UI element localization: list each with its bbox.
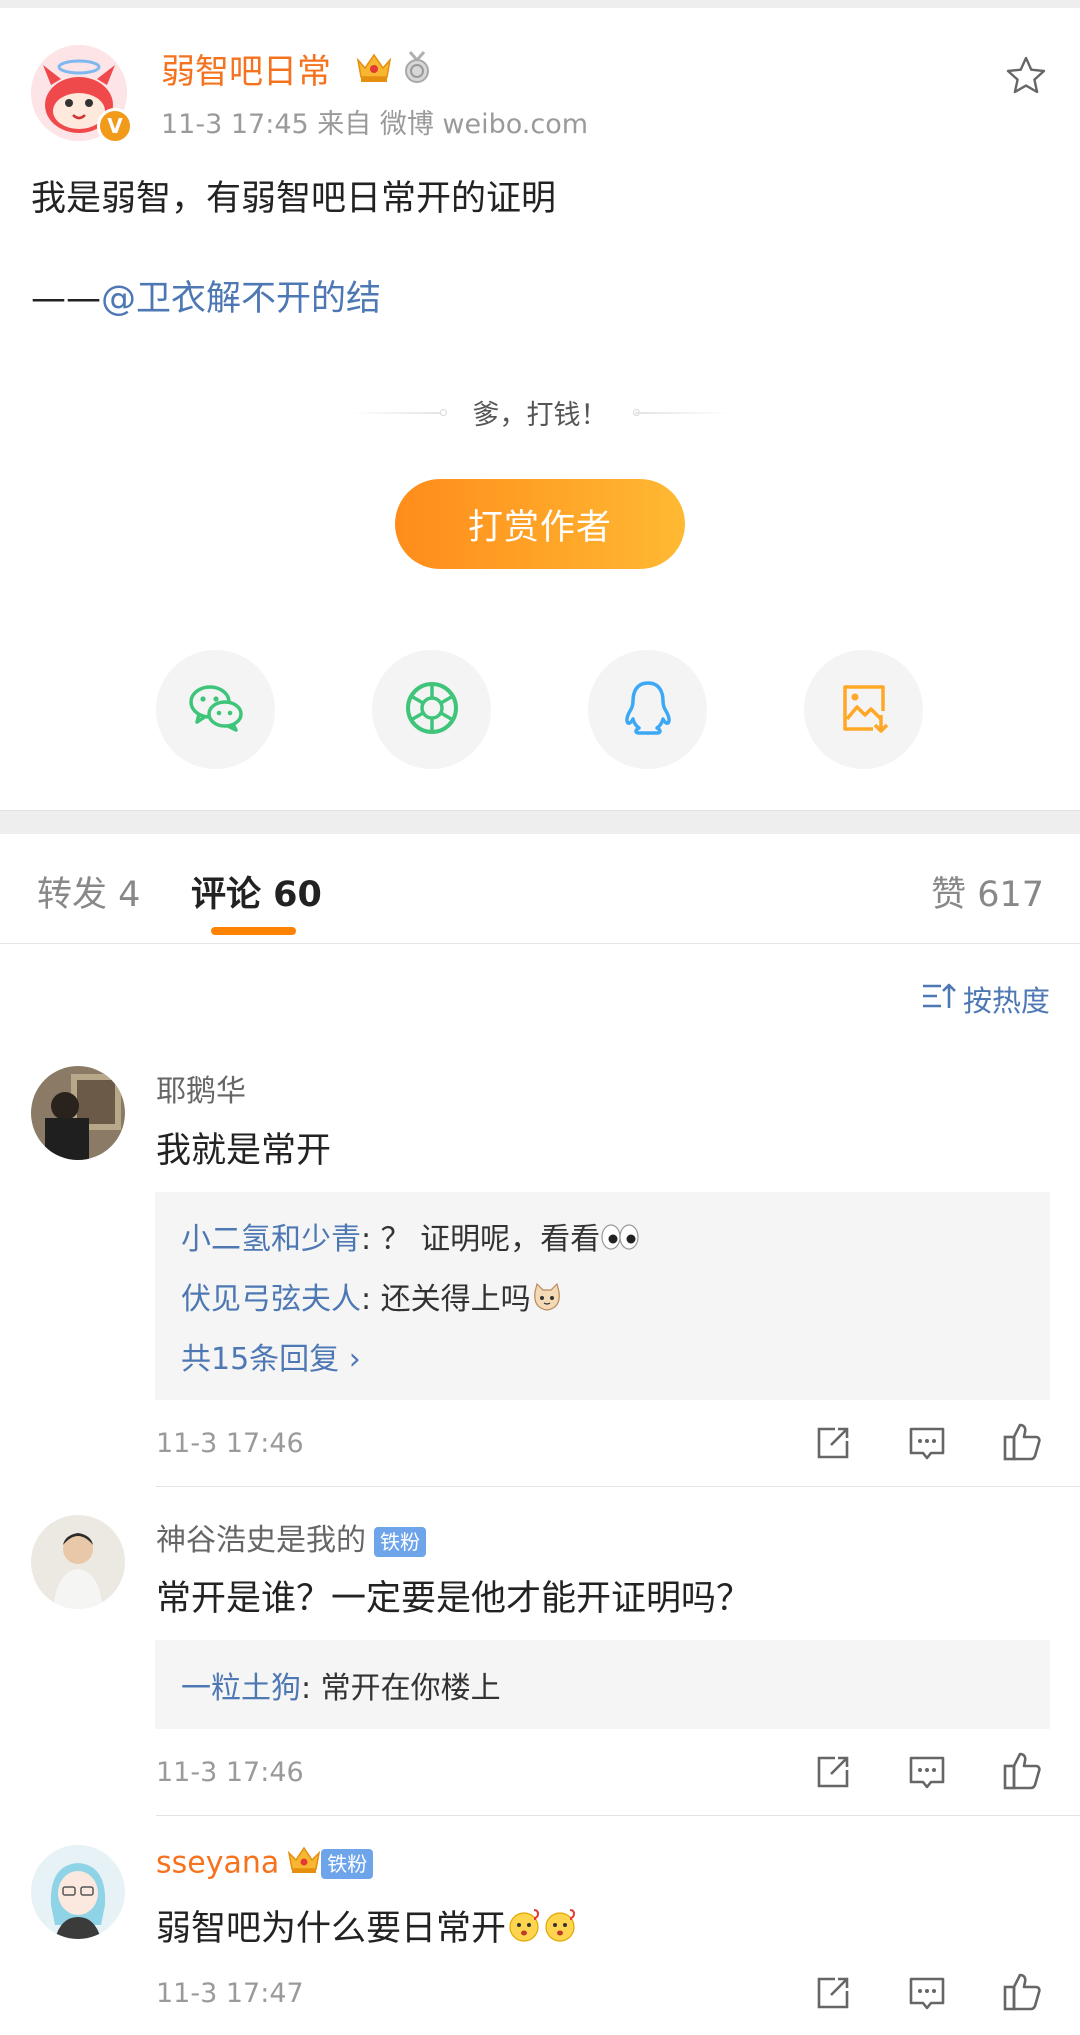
tip-prompt: 爹，打钱！ <box>472 400 608 431</box>
commenter-username[interactable]: sseyana <box>156 1846 279 1881</box>
active-tab-indicator <box>211 927 296 935</box>
comment-divider <box>156 1486 1080 1487</box>
iron-fan-badge: 铁粉 <box>374 1526 426 1557</box>
comment-text-content: 弱智吧为什么要日常开 <box>156 1909 507 1949</box>
comment-bubble-icon <box>905 1977 949 2019</box>
post-body-line: 我是弱智，有弱智吧日常开的证明 <box>31 179 557 219</box>
comment-time: 11-3 17:46 <box>156 1757 304 1788</box>
reply-item[interactable]: 一粒土狗: 常开在你楼上 <box>181 1663 501 1707</box>
tip-divider-right <box>635 412 730 414</box>
tip-divider-left <box>350 412 445 414</box>
comment-time: 11-3 17:46 <box>156 1428 304 1459</box>
commenter-name[interactable]: 耶鹅华 <box>156 1066 246 1110</box>
commenter-avatar[interactable] <box>31 1066 125 1160</box>
tabs-divider <box>0 943 1080 944</box>
confused-face-emoji-icon <box>542 1908 578 1953</box>
mention-link[interactable]: @卫衣解不开的结 <box>101 279 381 319</box>
tab-likes[interactable]: 赞 617 <box>931 866 1044 917</box>
comment-divider <box>156 1815 1080 1816</box>
cat-emoji-icon <box>531 1282 563 1320</box>
comment-text: 我就是常开 <box>156 1131 332 1171</box>
thumbs-up-icon <box>1000 1752 1044 1796</box>
repost-comment-button[interactable] <box>811 1971 855 2015</box>
author-name[interactable]: 弱智吧日常 <box>161 44 331 93</box>
eyes-emoji-icon <box>600 1222 640 1260</box>
confused-face-emoji-icon <box>506 1908 542 1953</box>
comment-bubble-icon <box>905 1427 949 1469</box>
reply-user[interactable]: 小二氢和少青 <box>181 1222 361 1257</box>
verified-badge: V <box>97 108 133 144</box>
sort-by-hot-button[interactable]: 按热度 <box>921 978 1050 1020</box>
comment-text: 常开是谁？一定要是他才能开证明吗？ <box>156 1579 752 1619</box>
crown-icon <box>355 50 393 84</box>
reply-comment-button[interactable] <box>905 1421 949 1465</box>
favorite-star-icon[interactable] <box>1004 54 1048 98</box>
wechat-icon <box>185 677 247 743</box>
commenter-avatar[interactable] <box>31 1515 125 1609</box>
thumbs-up-icon <box>1000 1973 1044 2017</box>
share-wechat-button[interactable] <box>156 650 275 769</box>
sort-icon <box>921 980 957 1019</box>
reward-author-button[interactable]: 打赏作者 <box>395 479 685 569</box>
medal-icon <box>400 50 434 84</box>
commenter-name[interactable]: sseyana 铁粉 <box>156 1845 374 1883</box>
share-moments-button[interactable] <box>372 650 491 769</box>
section-separator <box>0 810 1080 834</box>
save-image-icon <box>833 677 895 743</box>
post-meta: 11-3 17:45 来自 微博 weibo.com <box>161 109 589 140</box>
thumbs-up-icon <box>1000 1423 1044 1467</box>
repost-comment-button[interactable] <box>811 1750 855 1794</box>
comment-bubble-icon <box>905 1756 949 1798</box>
crown-icon <box>287 1845 321 1883</box>
reply-user[interactable]: 一粒土狗 <box>181 1671 301 1706</box>
share-out-icon <box>811 1427 855 1469</box>
top-separator <box>0 0 1080 8</box>
reply-item[interactable]: 小二氢和少青: ？ 证明呢，看看 <box>181 1214 640 1260</box>
reply-text: : ？ 证明呢，看看 <box>361 1222 601 1257</box>
reply-comment-button[interactable] <box>905 1971 949 2015</box>
comment-time: 11-3 17:47 <box>156 1978 304 2009</box>
view-all-replies-link[interactable]: 共15条回复 › <box>181 1334 361 1378</box>
like-comment-button[interactable] <box>1000 1748 1044 1792</box>
save-image-button[interactable] <box>804 650 923 769</box>
share-out-icon <box>811 1977 855 2019</box>
reply-text: : 还关得上吗 <box>361 1282 531 1317</box>
like-comment-button[interactable] <box>1000 1419 1044 1463</box>
dash: —— <box>31 279 101 319</box>
qq-icon <box>617 677 679 743</box>
reply-preview-box[interactable]: 小二氢和少青: ？ 证明呢，看看 伏见弓弦夫人: 还关得上吗 共15条回复 › <box>155 1192 1050 1400</box>
sort-label: 按热度 <box>962 984 1050 1018</box>
like-comment-button[interactable] <box>1000 1969 1044 2013</box>
reply-user[interactable]: 伏见弓弦夫人 <box>181 1282 361 1317</box>
reply-item[interactable]: 伏见弓弦夫人: 还关得上吗 <box>181 1274 563 1320</box>
tab-comments[interactable]: 评论 60 <box>191 866 322 917</box>
share-qq-button[interactable] <box>588 650 707 769</box>
post-body-signature: ——@卫衣解不开的结 <box>31 270 381 321</box>
comment-text: 弱智吧为什么要日常开 <box>156 1900 578 1953</box>
reply-comment-button[interactable] <box>905 1750 949 1794</box>
reply-text: : 常开在你楼上 <box>301 1671 501 1706</box>
commenter-avatar[interactable] <box>31 1845 125 1939</box>
repost-comment-button[interactable] <box>811 1421 855 1465</box>
commenter-name[interactable]: 神谷浩史是我的 铁粉 <box>156 1515 426 1559</box>
share-out-icon <box>811 1756 855 1798</box>
reply-preview-box[interactable]: 一粒土狗: 常开在你楼上 <box>155 1640 1050 1729</box>
iron-fan-badge: 铁粉 <box>321 1849 374 1879</box>
commenter-username[interactable]: 神谷浩史是我的 <box>156 1523 366 1558</box>
tab-reposts[interactable]: 转发 4 <box>37 866 140 917</box>
moments-icon <box>401 677 463 743</box>
